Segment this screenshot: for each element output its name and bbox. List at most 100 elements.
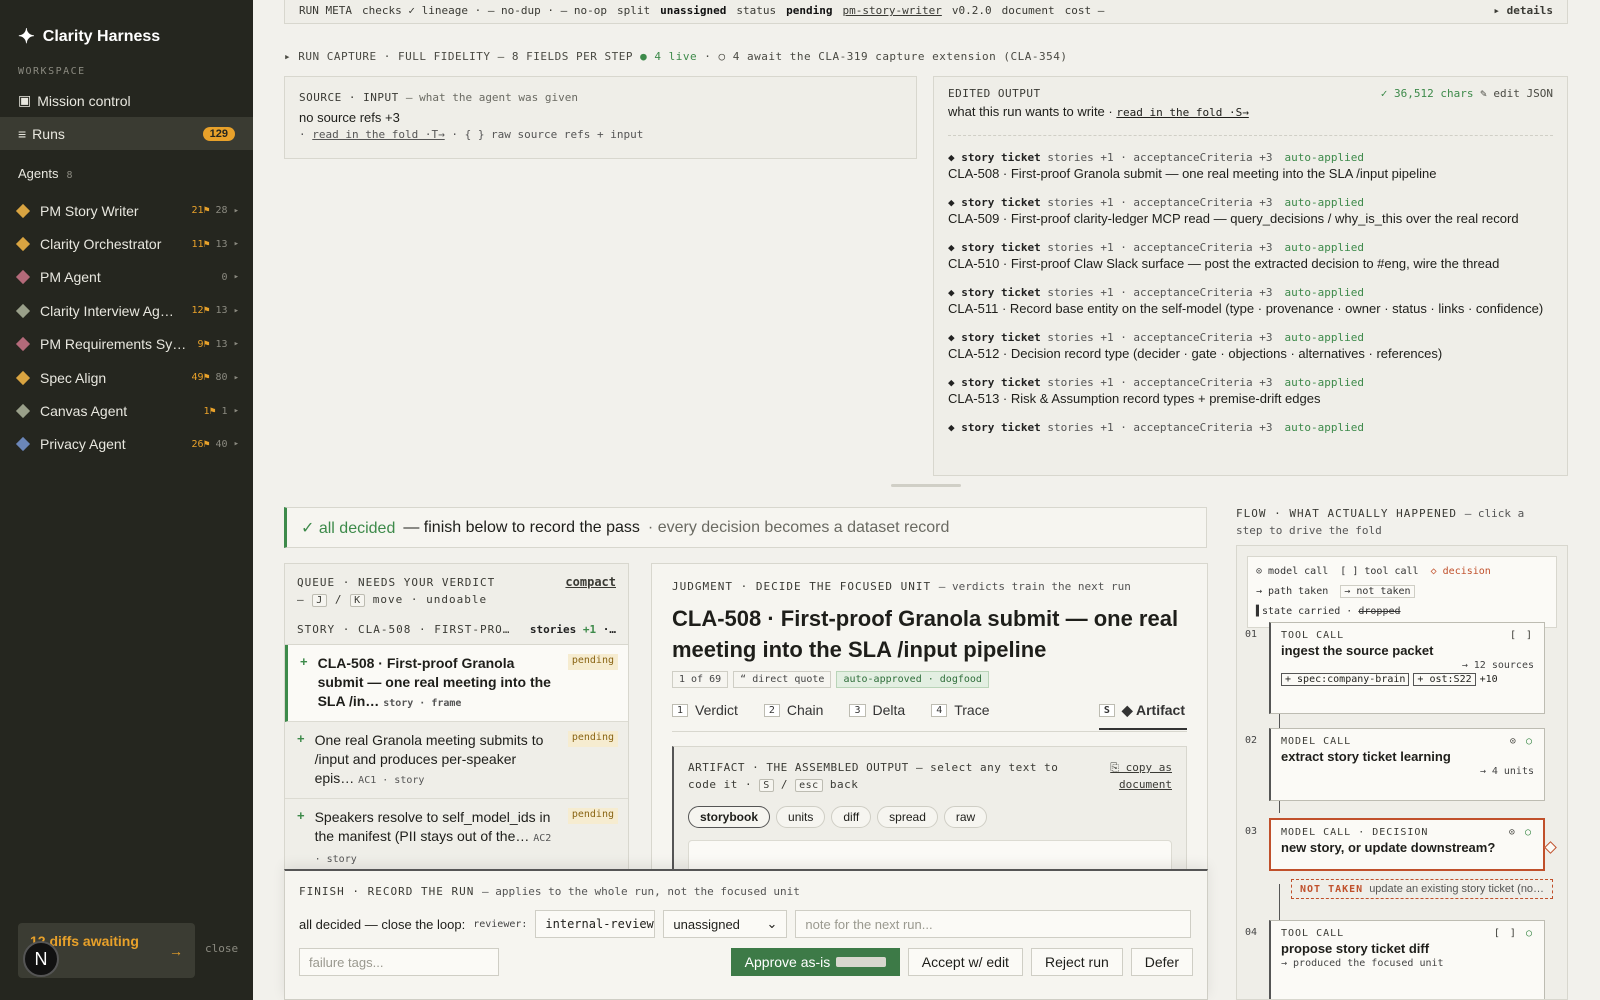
tab-trace[interactable]: 4 Trace bbox=[931, 702, 990, 718]
edit-json-button[interactable]: ✎ edit JSON bbox=[1480, 87, 1553, 100]
queue-item[interactable]: + One real Granola meeting submits to /in… bbox=[285, 722, 628, 799]
sidebar-agent-item[interactable]: Privacy Agent 26⚑ 40 ▸ bbox=[0, 428, 253, 461]
step-tag: + ost:S22 bbox=[1413, 673, 1476, 686]
chevron-right-icon: ▸ bbox=[233, 339, 239, 350]
copy-as-document-button[interactable]: ⎘ copy as document bbox=[1084, 759, 1172, 794]
pending-badge: pending bbox=[567, 808, 618, 824]
agent-flag-count: 26⚑ bbox=[191, 438, 210, 450]
flow-connector bbox=[1279, 884, 1280, 920]
sidebar-agent-item[interactable]: Clarity Interview Ag… 12⚑ 13 ▸ bbox=[0, 294, 253, 327]
not-taken-branch[interactable]: NOT TAKEN update an existing story ticket… bbox=[1291, 879, 1553, 899]
flow-legend: ⊙ model call [ ] tool call ◇ decision → … bbox=[1247, 556, 1557, 628]
avatar[interactable]: N bbox=[23, 941, 59, 977]
nav-mission-control[interactable]: ▣ Mission control bbox=[0, 84, 253, 117]
queue-item[interactable]: + CLA-508 · First-proof Granola submit — … bbox=[285, 645, 628, 722]
close-link[interactable]: close bbox=[205, 942, 238, 955]
ticket-kind: ◆ story ticket bbox=[948, 196, 1041, 209]
flow-step-02[interactable]: 02 MODEL CALL ⊙ ○ extract story ticket le… bbox=[1245, 728, 1545, 801]
ticket-item[interactable]: ◆ story ticket stories +1 · acceptanceCr… bbox=[948, 241, 1553, 271]
pill-storybook[interactable]: storybook bbox=[688, 806, 771, 828]
ticket-item[interactable]: ◆ story ticket stories +1 · acceptanceCr… bbox=[948, 421, 1553, 434]
arrow-right-icon: → bbox=[169, 943, 183, 959]
reject-run-button[interactable]: Reject run bbox=[1030, 948, 1123, 976]
agents-label: Agents bbox=[18, 166, 59, 181]
tab-verdict[interactable]: 1 Verdict bbox=[672, 702, 738, 718]
pending-badge: pending bbox=[567, 731, 618, 747]
pill-raw[interactable]: raw bbox=[943, 806, 988, 828]
tab-chain[interactable]: 2 Chain bbox=[763, 702, 823, 718]
all-decided-banner: ✓ all decided — finish below to record t… bbox=[284, 507, 1207, 548]
flow-step-04[interactable]: 04 TOOL CALL [ ] ○ propose story ticket d… bbox=[1245, 920, 1545, 999]
flow-step-03[interactable]: 03 MODEL CALL · DECISION ⊙ ○ new story, o… bbox=[1245, 818, 1545, 871]
plus-icon: + bbox=[297, 731, 305, 746]
ticket-title: CLA-513 · Risk & Assumption record types… bbox=[948, 391, 1321, 406]
finish-fields: all decided — close the loop: reviewer: … bbox=[299, 910, 1193, 938]
pill-units[interactable]: units bbox=[776, 806, 826, 828]
read-in-fold-link[interactable]: read in the fold ·T→ bbox=[312, 128, 444, 141]
ticket-fields: stories +1 · acceptanceCriteria +3 bbox=[1047, 241, 1273, 254]
defer-button[interactable]: Defer bbox=[1130, 948, 1193, 976]
failure-tags-input[interactable]: failure tags... bbox=[299, 948, 499, 976]
agent-flag-count: 12⚑ bbox=[191, 305, 210, 317]
details-toggle[interactable]: ▸ details bbox=[1493, 4, 1553, 17]
tab-key: 4 bbox=[931, 703, 948, 717]
split-select[interactable]: unassigned ⌄ bbox=[663, 910, 788, 938]
ticket-item[interactable]: ◆ story ticket stories +1 · acceptanceCr… bbox=[948, 286, 1553, 316]
pill-spread[interactable]: spread bbox=[877, 806, 938, 828]
reviewer-input[interactable]: internal-review bbox=[535, 910, 656, 938]
queue-item-text: One real Granola meeting submits to /inp… bbox=[315, 731, 558, 790]
tab-delta[interactable]: 3 Delta bbox=[849, 702, 905, 718]
ticket-status: auto-applied bbox=[1284, 151, 1364, 164]
ticket-status: auto-applied bbox=[1284, 286, 1364, 299]
tab-artifact[interactable]: S ◆ Artifact bbox=[1098, 702, 1187, 730]
sidebar-agent-item[interactable]: PM Requirements Sy… 9⚑ 13 ▸ bbox=[0, 328, 253, 361]
queue-title: QUEUE · NEEDS YOUR VERDICT bbox=[297, 576, 496, 589]
flow-step-01[interactable]: 01 TOOL CALL [ ] ingest the source packet… bbox=[1245, 622, 1545, 714]
note-placeholder: note for the next run... bbox=[805, 916, 933, 932]
ticket-meta: ◆ story ticket stories +1 · acceptanceCr… bbox=[948, 151, 1553, 164]
agent-link[interactable]: pm-story-writer bbox=[843, 4, 942, 17]
step-title: propose story ticket diff bbox=[1281, 941, 1430, 956]
sidebar-agent-item[interactable]: Spec Align 49⚑ 80 ▸ bbox=[0, 361, 253, 394]
chevron-right-icon: ▸ bbox=[233, 205, 239, 216]
artifact-title: ARTIFACT · THE ASSEMBLED OUTPUT bbox=[688, 761, 909, 774]
accept-with-edit-button[interactable]: Accept w/ edit bbox=[907, 948, 1023, 976]
ticket-fields: stories +1 · acceptanceCriteria +3 bbox=[1047, 286, 1273, 299]
tab-key: 1 bbox=[672, 703, 689, 717]
ticket-item[interactable]: ◆ story ticket stories +1 · acceptanceCr… bbox=[948, 151, 1553, 181]
status-value: pending bbox=[786, 4, 833, 17]
agent-name: PM Requirements Sy… bbox=[40, 336, 187, 353]
tool-call-icon: [ ] ○ bbox=[1494, 928, 1534, 939]
nav-runs[interactable]: ≡ Runs 129 bbox=[0, 117, 253, 150]
read-in-fold-link[interactable]: read in the fold ·S→ bbox=[1116, 106, 1248, 119]
sidebar-agent-item[interactable]: PM Story Writer 21⚑ 28 ▸ bbox=[0, 194, 253, 227]
ticket-item[interactable]: ◆ story ticket stories +1 · acceptanceCr… bbox=[948, 196, 1553, 226]
sidebar-agent-item[interactable]: Clarity Orchestrator 11⚑ 13 ▸ bbox=[0, 227, 253, 260]
sidebar-agent-item[interactable]: Canvas Agent 1⚑ 1 ▸ bbox=[0, 394, 253, 427]
resize-handle[interactable] bbox=[891, 484, 961, 487]
edited-sub-text: what this run wants to write · bbox=[948, 104, 1113, 119]
raw-refs-link[interactable]: · { } raw source refs + input bbox=[445, 128, 643, 141]
ticket-fields: stories +1 · acceptanceCriteria +3 bbox=[1047, 331, 1273, 344]
note-input[interactable]: note for the next run... bbox=[795, 910, 1192, 938]
pill-diff[interactable]: diff bbox=[831, 806, 872, 828]
ticket-kind: ◆ story ticket bbox=[948, 286, 1041, 299]
ticket-title: CLA-508 · First-proof Granola submit — o… bbox=[948, 166, 1437, 181]
judgment-tabs: 1 Verdict 2 Chain 3 Delta 4 Trace S ◆ Artifac… bbox=[672, 702, 1187, 732]
sidebar-agent-item[interactable]: PM Agent 0 ▸ bbox=[0, 261, 253, 294]
story-group-header[interactable]: STORY · CLA-508 · FIRST-PRO… stories +1 … bbox=[285, 609, 628, 645]
step-tags: + spec:company-brain + ost:S22 +10 bbox=[1281, 673, 1534, 686]
capture-rest: · ○ 4 await the CLA-319 capture extensio… bbox=[704, 50, 1068, 63]
approve-button[interactable]: Approve as-is suggested bbox=[730, 948, 900, 976]
tab-label: Delta bbox=[872, 702, 906, 718]
agent-diamond-icon bbox=[15, 337, 31, 352]
agent-name: PM Story Writer bbox=[40, 202, 139, 219]
ticket-kind: ◆ story ticket bbox=[948, 421, 1041, 434]
brand[interactable]: ✦ Clarity Harness bbox=[0, 0, 253, 56]
ticket-item[interactable]: ◆ story ticket stories +1 · acceptanceCr… bbox=[948, 331, 1553, 361]
ticket-item[interactable]: ◆ story ticket stories +1 · acceptanceCr… bbox=[948, 376, 1553, 406]
queue-item[interactable]: + Speakers resolve to self_model_ids in t… bbox=[285, 799, 628, 878]
back-label: back bbox=[829, 778, 859, 791]
compact-toggle[interactable]: compact bbox=[565, 574, 616, 609]
source-subtitle: — what the agent was given bbox=[405, 91, 579, 104]
